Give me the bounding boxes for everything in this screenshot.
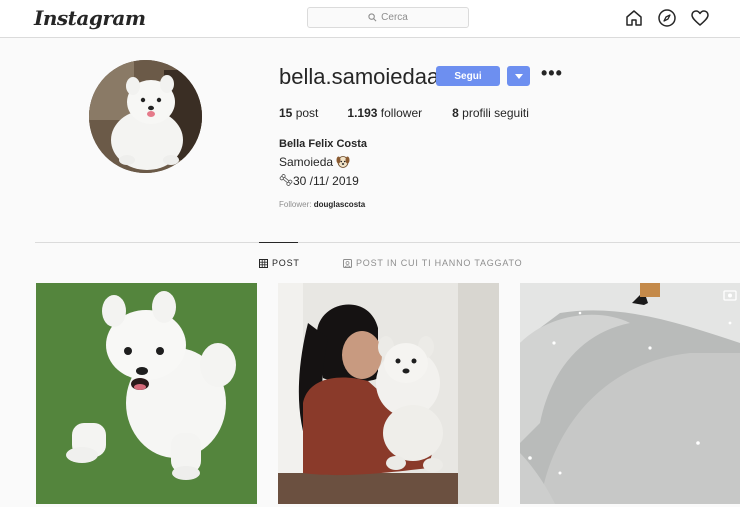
home-icon[interactable] (624, 8, 644, 28)
heart-icon[interactable] (690, 8, 710, 28)
tab-posts[interactable]: POST (259, 258, 300, 268)
suggestions-dropdown-button[interactable] (507, 66, 530, 86)
chevron-down-icon (514, 73, 523, 79)
posts-count: 15 post (279, 106, 319, 120)
dog-face-icon (336, 156, 350, 168)
grid-icon (259, 258, 268, 268)
tab-tagged[interactable]: POST IN CUI TI HANNO TAGGATO (343, 258, 522, 268)
followed-by[interactable]: Follower: douglascosta (279, 200, 365, 209)
follow-button[interactable]: Segui (436, 66, 500, 86)
tag-icon (343, 258, 352, 268)
search-placeholder: Cerca (381, 12, 408, 23)
tabs-divider (35, 242, 740, 243)
instagram-logo[interactable]: Instagram (34, 6, 146, 30)
post-thumbnail[interactable] (278, 283, 499, 504)
search-icon (368, 13, 377, 22)
post-thumbnail-video[interactable] (520, 283, 740, 504)
bio-line-breed: Samoieda (279, 155, 350, 169)
following-count[interactable]: 8 profili seguiti (452, 106, 529, 120)
profile-username: bella.samoiedaa (279, 64, 440, 89)
search-input[interactable]: Cerca (307, 7, 469, 28)
active-tab-indicator (259, 242, 298, 243)
profile-stats: 15 post 1.193 follower 8 profili seguiti (279, 106, 529, 120)
profile-avatar[interactable] (89, 60, 202, 173)
post-thumbnail[interactable] (36, 283, 257, 504)
bone-icon (279, 174, 293, 186)
bio-line-birthday: 30 /11/ 2019 (279, 174, 359, 188)
explore-icon[interactable] (657, 8, 677, 28)
followers-count[interactable]: 1.193 follower (347, 106, 422, 120)
top-navigation-bar: Instagram Cerca (0, 0, 740, 38)
more-options-icon[interactable]: ••• (541, 64, 563, 82)
profile-full-name: Bella Felix Costa (279, 138, 368, 150)
